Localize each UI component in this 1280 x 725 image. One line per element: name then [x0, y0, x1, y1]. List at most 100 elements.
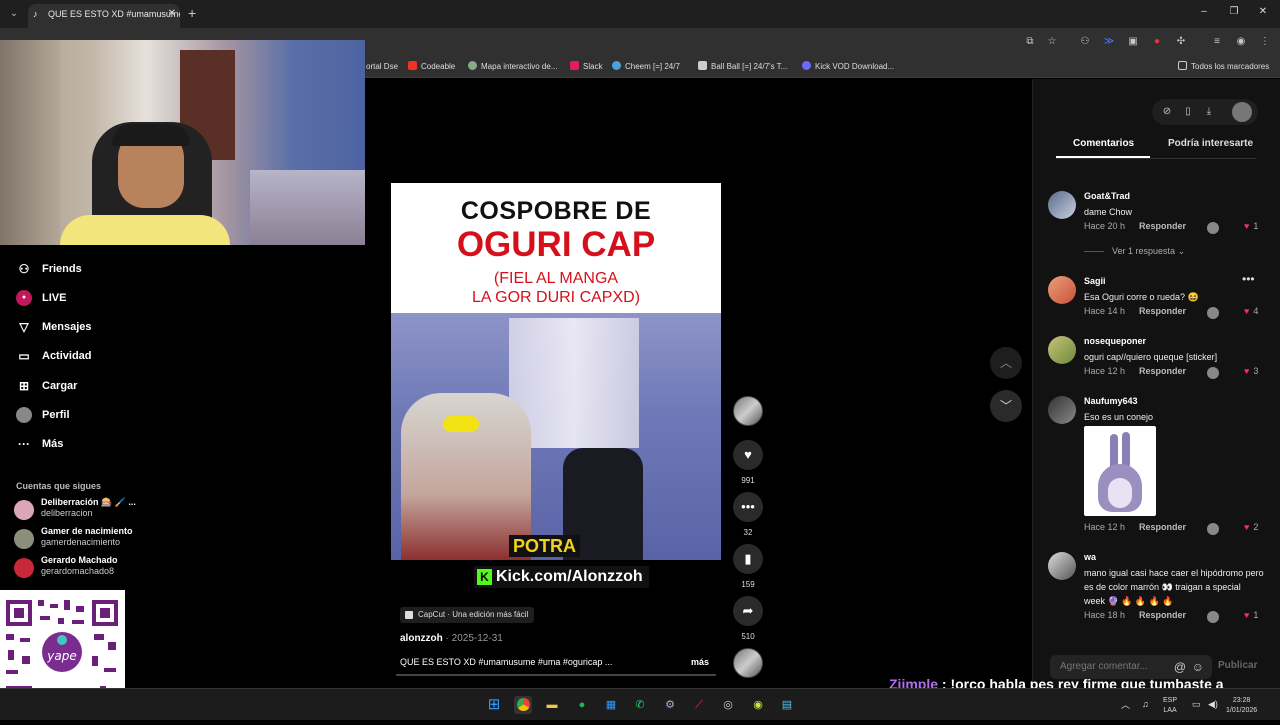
language-indicator[interactable]: ESP LAA [1163, 696, 1177, 716]
nav-upload[interactable]: ⊞ Cargar [16, 376, 78, 396]
extension-icon[interactable]: ≫ [1102, 35, 1116, 49]
nav-friends[interactable]: ⚇ Friends [16, 259, 82, 279]
avatar[interactable] [1048, 276, 1076, 304]
extension-icon[interactable]: ▣ [1126, 35, 1140, 49]
network-icon[interactable]: ▭ [1192, 699, 1201, 709]
reply-button[interactable]: Responder [1139, 306, 1186, 316]
tab-suggested[interactable]: Podría interesarte [1168, 138, 1253, 149]
new-tab-icon[interactable]: + [188, 6, 196, 20]
bookmark-item[interactable]: Mapa interactivo de... [468, 61, 557, 73]
maximize-icon[interactable]: ❐ [1227, 6, 1241, 17]
avatar[interactable] [1048, 552, 1076, 580]
previous-video-button[interactable]: ︿ [990, 347, 1022, 379]
bookmark-item[interactable]: Codeable [408, 61, 455, 73]
nav-messages[interactable]: ▽ Mensajes [16, 317, 91, 337]
nav-more[interactable]: ··· Más [16, 434, 63, 454]
bookmark-item[interactable]: Slack [570, 61, 603, 73]
creator-avatar[interactable] [1232, 102, 1252, 122]
app-icon[interactable]: ◉ [749, 696, 767, 714]
app-icon[interactable]: ⟋ [690, 696, 708, 714]
reply-button[interactable]: Responder [1139, 366, 1186, 376]
minimize-icon[interactable]: – [1197, 6, 1211, 17]
notepad-icon[interactable]: ▤ [778, 696, 796, 714]
start-icon[interactable]: ⊞ [485, 696, 503, 714]
comment-like[interactable]: ♥ 1 [1244, 610, 1258, 620]
comment-like[interactable]: ♥ 2 [1244, 522, 1258, 532]
mic-icon[interactable]: ♫ [1142, 699, 1149, 709]
reply-button[interactable]: Responder [1139, 522, 1186, 532]
tray-chevron-icon[interactable]: ︿ [1121, 700, 1130, 710]
media-icon[interactable]: ≡ [1210, 35, 1224, 49]
profile-avatar[interactable]: ◉ [1234, 35, 1248, 49]
friends-icon: ⚇ [18, 262, 30, 277]
view-replies[interactable]: Ver 1 respuesta ⌄ [1084, 246, 1185, 257]
extension-icon[interactable]: ● [1150, 35, 1164, 49]
embed-icon[interactable]: ⊘ [1160, 105, 1174, 119]
extension-icon[interactable]: ⚇ [1078, 35, 1092, 49]
download-icon[interactable]: ⤓ [1202, 105, 1216, 119]
avatar[interactable] [1048, 191, 1076, 219]
browser-menu-icon[interactable]: ⋮ [1258, 35, 1272, 49]
obs-icon[interactable]: ◎ [719, 696, 737, 714]
tab-search-chevron-icon[interactable]: ⌄ [6, 6, 22, 22]
avatar [14, 529, 34, 549]
tab-comments[interactable]: Comentarios [1073, 138, 1134, 149]
chrome-icon[interactable] [514, 696, 532, 714]
bookmark-star-icon[interactable]: ☆ [1045, 35, 1059, 49]
nav-live[interactable]: ● LIVE [16, 288, 66, 308]
browser-tab[interactable]: ♪ QUE ES ESTO XD #umamusume ✕ [28, 4, 180, 28]
like-button[interactable]: ♥ [733, 440, 763, 470]
more-options-icon[interactable]: ••• [1242, 272, 1255, 286]
nav-activity[interactable]: ▭ Actividad [16, 346, 91, 366]
comment-icon: ••• [741, 499, 755, 514]
whatsapp-icon[interactable]: ✆ [631, 696, 649, 714]
spotify-icon[interactable]: ● [573, 696, 591, 714]
headphones [112, 124, 190, 146]
comment-sticker-image[interactable] [1084, 426, 1156, 516]
reply-button[interactable]: Responder [1139, 221, 1186, 231]
site-icon [698, 61, 707, 70]
next-video-button[interactable]: ﹀ [990, 390, 1022, 422]
share-icon: ➦ [742, 603, 754, 618]
sound-avatar[interactable] [733, 648, 763, 678]
all-bookmarks[interactable]: Todos los marcadores [1178, 61, 1269, 73]
save-count: 159 [741, 580, 755, 589]
share-button[interactable]: ➦ [733, 596, 763, 626]
comment-like[interactable]: ♥ 1 [1244, 221, 1258, 231]
close-tab-icon[interactable]: ✕ [168, 4, 176, 24]
avatar[interactable] [1048, 396, 1076, 424]
more-button[interactable]: más [691, 657, 709, 667]
video-description: QUE ES ESTO XD #umamusume #uma #oguricap… [400, 657, 613, 667]
more-icon: ··· [18, 437, 30, 452]
site-icon [802, 61, 811, 70]
bookmark-item[interactable]: Kick VOD Download... [802, 61, 894, 73]
video-author[interactable]: alonzzoh · 2025-12-31 [400, 633, 503, 644]
close-window-icon[interactable]: ✕ [1256, 6, 1270, 17]
video-progress-bar[interactable] [396, 674, 716, 676]
comment-button[interactable]: ••• [733, 492, 763, 522]
store-icon[interactable]: ▦ [602, 696, 620, 714]
video-player[interactable]: COSPOBRE DE OGURI CAP (FIEL AL MANGA LA … [391, 183, 721, 560]
creator-liked-avatar [1207, 222, 1219, 234]
extensions-puzzle-icon[interactable]: ✣ [1174, 35, 1188, 49]
clock[interactable]: 23:28 1/01/2026 [1226, 696, 1257, 716]
capcut-badge[interactable]: CapCut · Una edición más fácil [400, 607, 535, 623]
install-app-icon[interactable]: ⧉ [1023, 35, 1037, 49]
save-button[interactable]: ▮ [733, 544, 763, 574]
bookmark-item[interactable]: Ball Ball [=] 24/7's T... [698, 61, 787, 73]
publish-button[interactable]: Publicar [1218, 660, 1257, 671]
nav-profile[interactable]: Perfil [16, 405, 70, 425]
reply-button[interactable]: Responder [1139, 610, 1186, 620]
volume-icon[interactable]: ◀) [1208, 699, 1218, 709]
comment-like[interactable]: ♥ 4 [1244, 306, 1258, 316]
mobile-icon[interactable]: ▯ [1181, 105, 1195, 119]
bookmark-item[interactable]: ortal Dse [366, 61, 398, 73]
creator-avatar[interactable] [733, 396, 763, 426]
comment-like[interactable]: ♥ 3 [1244, 366, 1258, 376]
heart-icon: ♥ [1244, 610, 1250, 620]
bookmark-item[interactable]: Cheem [=] 24/7 [612, 61, 680, 73]
avatar[interactable] [1048, 336, 1076, 364]
file-explorer-icon[interactable]: ▬ [543, 696, 561, 714]
heart-icon: ♥ [1244, 306, 1250, 316]
settings-gear-icon[interactable]: ⚙ [661, 696, 679, 714]
